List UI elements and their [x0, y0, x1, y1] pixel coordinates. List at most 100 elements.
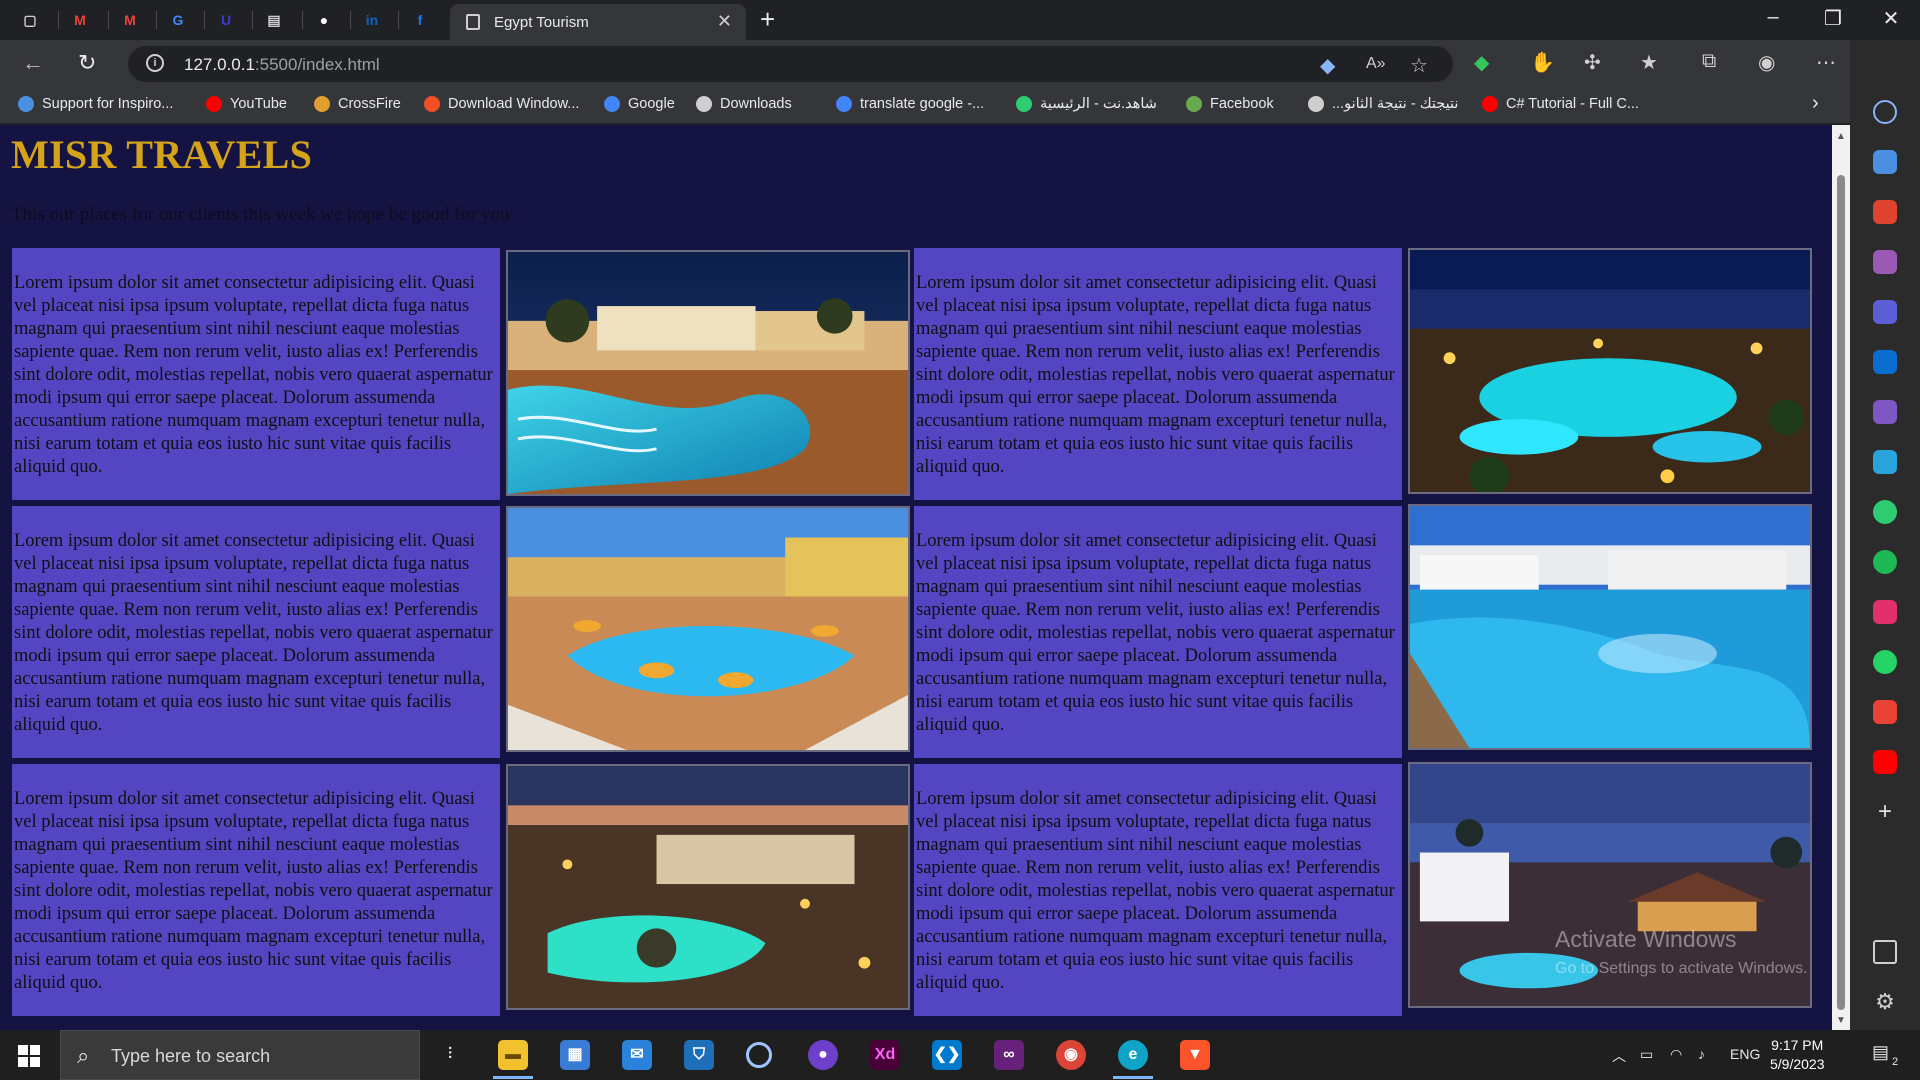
bookmark-item[interactable]: C# Tutorial - Full C...	[1482, 96, 1639, 112]
tab-separator	[302, 11, 303, 29]
vscode-icon[interactable]: ❮❯	[932, 1040, 962, 1070]
sidebar-drop-icon[interactable]	[1873, 400, 1897, 424]
bookmark-item[interactable]: ...نتيجتك - نتيجة الثانو	[1308, 96, 1458, 112]
place-description: Lorem ipsum dolor sit amet consectetur a…	[914, 248, 1402, 500]
collections-icon[interactable]: ⧉	[1702, 50, 1716, 73]
bookmark-label: YouTube	[230, 96, 287, 112]
windows-start-icon[interactable]	[18, 1045, 40, 1067]
sidebar-gmail-icon[interactable]	[1873, 700, 1897, 724]
site-info-icon[interactable]: i	[146, 54, 164, 72]
task-view-icon[interactable]: ⫶	[435, 1040, 465, 1070]
sidebar-outlook-icon[interactable]	[1873, 350, 1897, 374]
tab-icon-u[interactable]: U	[214, 8, 238, 32]
bookmark-label: ...نتيجتك - نتيجة الثانو	[1332, 96, 1459, 112]
active-tab[interactable]: Egypt Tourism ✕	[450, 4, 746, 40]
sidebar-whatsapp-icon[interactable]	[1873, 650, 1897, 674]
sidebar-instagram-icon[interactable]	[1873, 600, 1897, 624]
visual-studio-icon[interactable]: ∞	[994, 1040, 1024, 1070]
sidebar-office-icon[interactable]	[1873, 300, 1897, 324]
google-icon[interactable]: G	[166, 8, 190, 32]
new-tab-button[interactable]: +	[760, 4, 775, 35]
tab-separator	[108, 11, 109, 29]
bookmark-favicon-icon	[314, 96, 330, 112]
tray-overflow-icon[interactable]: ︿	[1612, 1046, 1626, 1066]
page-scrollbar[interactable]: ▲ ▼	[1832, 125, 1850, 1030]
github-desktop-icon[interactable]: ●	[808, 1040, 838, 1070]
facebook-icon[interactable]: f	[408, 8, 432, 32]
bookmark-item[interactable]: YouTube	[206, 96, 287, 112]
sidebar-spotify-icon[interactable]	[1873, 550, 1897, 574]
microsoft-store-icon[interactable]: ▦	[560, 1040, 590, 1070]
place-photo	[506, 250, 910, 496]
scroll-thumb[interactable]	[1837, 175, 1845, 1010]
place-photo	[506, 506, 910, 752]
wifi-icon[interactable]: ◠	[1670, 1046, 1682, 1063]
scroll-down-arrow-icon[interactable]: ▼	[1836, 1015, 1846, 1026]
profile-icon[interactable]: ◉	[1758, 50, 1775, 75]
close-window-icon[interactable]: ✕	[1876, 6, 1906, 31]
scroll-up-arrow-icon[interactable]: ▲	[1836, 131, 1846, 142]
sidebar-tree-icon[interactable]	[1873, 500, 1897, 524]
app-shield-icon[interactable]: ⛉	[684, 1040, 714, 1070]
volume-icon[interactable]: ♪	[1698, 1046, 1705, 1062]
sidebar-add-icon[interactable]: +	[1873, 800, 1897, 824]
mail-icon[interactable]: ✉	[622, 1040, 652, 1070]
sidebar-shopping-icon[interactable]	[1873, 150, 1897, 174]
extension-shield-icon[interactable]: ◆	[1474, 50, 1489, 75]
bookmark-item[interactable]: Downloads	[696, 96, 792, 112]
bookmarks-overflow-icon[interactable]: ›	[1812, 92, 1819, 115]
notifications-icon[interactable]: ▤	[1872, 1042, 1889, 1063]
bookmark-item[interactable]: CrossFire	[314, 96, 401, 112]
add-favorite-icon[interactable]: ☆	[1410, 53, 1428, 78]
taskbar-clock[interactable]: 9:17 PM 5/9/2023	[1770, 1036, 1825, 1074]
coupon-tag-icon[interactable]: ◆	[1320, 53, 1335, 78]
bookmark-label: Download Window...	[448, 96, 580, 112]
minimize-icon[interactable]: –	[1758, 6, 1788, 29]
bookmark-item[interactable]: شاهد.نت - الرئيسية	[1016, 96, 1157, 112]
file-explorer-active-indicator	[493, 1076, 533, 1079]
bookmark-item[interactable]: Support for Inspiro...	[18, 96, 173, 112]
sidebar-games-icon[interactable]	[1873, 250, 1897, 274]
tab-separator	[252, 11, 253, 29]
url-text[interactable]: 127.0.0.1:5500/index.html	[184, 55, 380, 75]
resort-pool-day-photo	[1410, 506, 1810, 748]
sidebar-split-icon[interactable]	[1873, 940, 1897, 964]
cortana-icon[interactable]	[746, 1042, 772, 1068]
tab-icon-tabs[interactable]: ▢	[18, 8, 42, 32]
extensions-icon[interactable]: ✣	[1584, 50, 1601, 75]
battery-icon[interactable]: ▭	[1640, 1046, 1653, 1063]
favorites-icon[interactable]: ★	[1640, 50, 1658, 75]
bookmark-item[interactable]: Facebook	[1186, 96, 1274, 112]
more-menu-icon[interactable]: ⋯	[1816, 50, 1836, 75]
edge-sidebar: + ⚙	[1850, 40, 1920, 1030]
gmail-icon[interactable]: M	[68, 8, 92, 32]
tab-icon-doc[interactable]: ▤	[262, 8, 286, 32]
sidebar-youtube-icon[interactable]	[1873, 750, 1897, 774]
sidebar-tools-icon[interactable]	[1873, 200, 1897, 224]
sidebar-search-icon[interactable]	[1873, 100, 1897, 124]
adobe-xd-icon[interactable]: Xd	[870, 1040, 900, 1070]
maximize-icon[interactable]: ❐	[1818, 6, 1848, 31]
sidebar-telegram-icon[interactable]	[1873, 450, 1897, 474]
bookmark-item[interactable]: Download Window...	[424, 96, 579, 112]
language-indicator[interactable]: ENG	[1730, 1046, 1760, 1062]
bookmark-favicon-icon	[1016, 96, 1032, 112]
sidebar-settings-icon[interactable]: ⚙	[1873, 990, 1897, 1014]
brave-icon[interactable]: ▼	[1180, 1040, 1210, 1070]
bookmark-item[interactable]: translate google -...	[836, 96, 984, 112]
reload-icon[interactable]: ↻	[78, 50, 96, 76]
bookmark-item[interactable]: Google	[604, 96, 675, 112]
adblock-extension-icon[interactable]: ✋	[1530, 50, 1555, 75]
chrome-icon[interactable]: ◉	[1056, 1040, 1086, 1070]
file-explorer-icon[interactable]: ▬	[498, 1040, 528, 1070]
read-aloud-icon[interactable]: A»	[1366, 55, 1386, 73]
address-bar[interactable]: i 127.0.0.1:5500/index.html ◆ A» ☆	[128, 46, 1453, 82]
bookmark-favicon-icon	[1186, 96, 1202, 112]
taskbar-search-box[interactable]: ⌕ Type here to search	[60, 1030, 420, 1080]
github-icon[interactable]: ●	[312, 8, 336, 32]
linkedin-icon[interactable]: in	[360, 8, 384, 32]
gmail-icon[interactable]: M	[118, 8, 142, 32]
back-icon[interactable]: ←	[22, 50, 44, 76]
edge-icon[interactable]: e	[1118, 1040, 1148, 1070]
close-tab-icon[interactable]: ✕	[717, 11, 732, 32]
